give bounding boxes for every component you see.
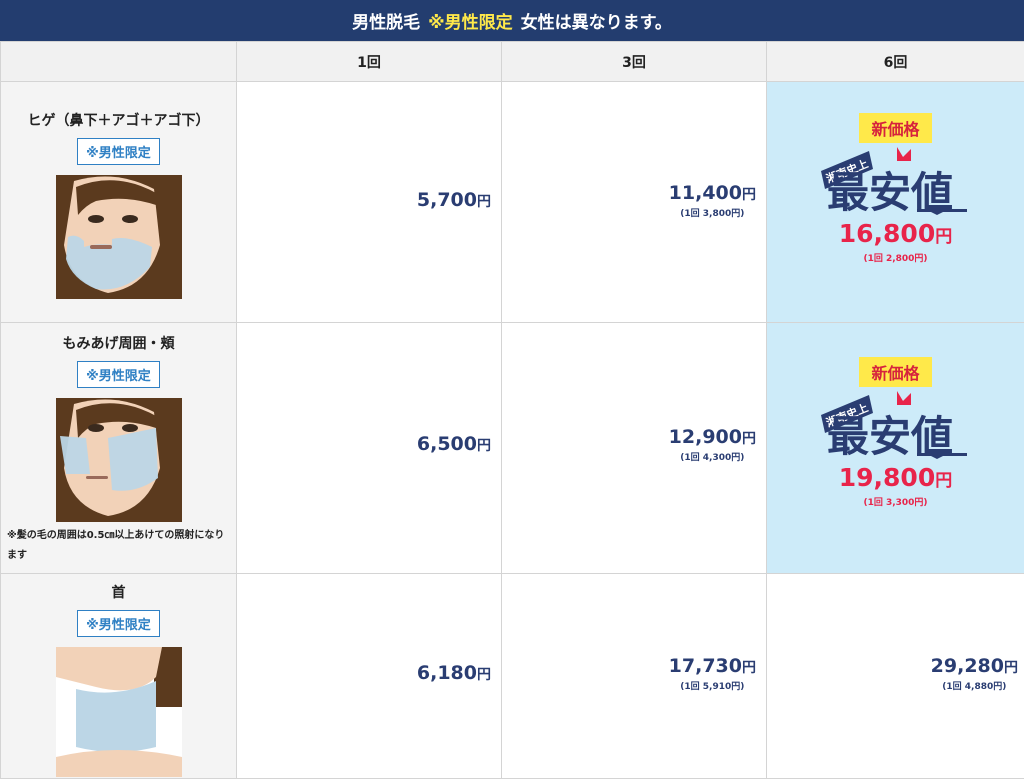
yen-unit: 円 [477, 438, 491, 454]
yen-unit: 円 [742, 660, 756, 676]
price-number: 12,900 [669, 426, 742, 448]
price-number: 5,700 [417, 189, 477, 211]
price-number: 6,500 [417, 433, 477, 455]
yen-unit: 円 [935, 227, 952, 247]
best-price-promo: 新価格 湘南史上 最安値 19,800円 (1回 3,300円) [767, 357, 1024, 508]
per-session-price: (1回 5,910円) [669, 679, 756, 692]
price-number: 19,800 [839, 463, 935, 492]
price-number: 11,400 [669, 182, 742, 204]
price-1x-beard: 5,700円 [237, 82, 502, 323]
price-amount: 5,700円 [417, 189, 491, 211]
stamp-big-text: 最安値 [827, 168, 953, 215]
col-header-6x: 6回 [767, 42, 1024, 82]
per-session-price: (1回 3,300円) [767, 495, 1024, 508]
col-header-3x: 3回 [502, 42, 767, 82]
beard-area-illustration [56, 175, 182, 299]
banner-note: 女性は異なります。 [521, 8, 672, 33]
price-number: 16,800 [839, 219, 935, 248]
table-row: 首 ※男性限定 6,180円 17,730円 (1回 5,910円) [1, 574, 1024, 779]
per-session-price: (1回 4,300円) [669, 450, 756, 463]
price-amount: 17,730円 (1回 5,910円) [669, 655, 756, 692]
price-table: 1回 3回 6回 ヒゲ（鼻下＋アゴ＋アゴ下） ※男性限定 [0, 41, 1024, 779]
area-note: ※髪の毛の周囲は0.5㎝以上あけての照射になります [1, 522, 236, 566]
price-number: 6,180 [417, 662, 477, 684]
male-only-badge: ※男性限定 [77, 610, 160, 637]
price-1x-neck: 6,180円 [237, 574, 502, 779]
per-session-price: (1回 2,800円) [767, 251, 1024, 264]
table-row: ヒゲ（鼻下＋アゴ＋アゴ下） ※男性限定 5,700円 [1, 82, 1024, 323]
yen-unit: 円 [477, 667, 491, 683]
best-price-amount: 16,800円 [767, 219, 1024, 248]
best-price-amount: 19,800円 [767, 463, 1024, 492]
lowest-price-stamp: 湘南史上 最安値 [821, 147, 971, 215]
area-name: ヒゲ（鼻下＋アゴ＋アゴ下） [1, 110, 236, 130]
price-6x-beard: 新価格 湘南史上 最安値 16,800円 (1回 2,800円) [767, 82, 1024, 323]
price-amount: 12,900円 (1回 4,300円) [669, 426, 756, 463]
best-price-promo: 新価格 湘南史上 最安値 16,800円 (1回 2,800円) [767, 113, 1024, 264]
price-1x-sideburns: 6,500円 [237, 323, 502, 574]
yen-unit: 円 [477, 194, 491, 210]
price-amount: 6,180円 [417, 662, 491, 684]
price-6x-sideburns: 新価格 湘南史上 最安値 19,800円 (1回 3,300円) [767, 323, 1024, 574]
area-name: もみあげ周囲・頬 [1, 333, 236, 353]
price-3x-neck: 17,730円 (1回 5,910円) [502, 574, 767, 779]
price-3x-beard: 11,400円 (1回 3,800円) [502, 82, 767, 323]
price-amount: 29,280円 (1回 4,880円) [931, 655, 1018, 692]
price-number: 17,730 [669, 655, 742, 677]
col-header-area [1, 42, 237, 82]
sideburns-area-illustration [56, 398, 182, 522]
per-session-price: (1回 3,800円) [669, 206, 756, 219]
area-cell-neck: 首 ※男性限定 [1, 574, 237, 779]
male-only-badge: ※男性限定 [77, 138, 160, 165]
yen-unit: 円 [935, 471, 952, 491]
area-cell-sideburns: もみあげ周囲・頬 ※男性限定 ※髪の毛の周囲は0.5㎝以上あけての照射になります [1, 323, 237, 574]
price-6x-neck: 29,280円 (1回 4,880円) [767, 574, 1024, 779]
yen-unit: 円 [742, 187, 756, 203]
price-number: 29,280 [931, 655, 1004, 677]
male-only-badge: ※男性限定 [77, 361, 160, 388]
yen-unit: 円 [742, 431, 756, 447]
per-session-price: (1回 4,880円) [931, 679, 1018, 692]
price-3x-sideburns: 12,900円 (1回 4,300円) [502, 323, 767, 574]
stamp-big-text: 最安値 [827, 412, 953, 459]
banner-male-only: ※男性限定 [428, 8, 513, 33]
lowest-price-stamp: 湘南史上 最安値 [821, 391, 971, 459]
price-amount: 11,400円 (1回 3,800円) [669, 182, 756, 219]
banner-title: 男性脱毛 [352, 8, 420, 33]
yen-unit: 円 [1004, 660, 1018, 676]
new-price-tag: 新価格 [859, 113, 931, 143]
neck-area-illustration [56, 647, 182, 777]
table-title-banner: 男性脱毛 ※男性限定 女性は異なります。 [0, 0, 1024, 41]
col-header-1x: 1回 [237, 42, 502, 82]
price-amount: 6,500円 [417, 433, 491, 455]
area-cell-beard: ヒゲ（鼻下＋アゴ＋アゴ下） ※男性限定 [1, 82, 237, 323]
table-row: もみあげ周囲・頬 ※男性限定 ※髪の毛の周囲は0.5㎝以上あけての照射になります… [1, 323, 1024, 574]
new-price-tag: 新価格 [859, 357, 931, 387]
area-name: 首 [1, 582, 236, 602]
header-row: 1回 3回 6回 [1, 42, 1024, 82]
